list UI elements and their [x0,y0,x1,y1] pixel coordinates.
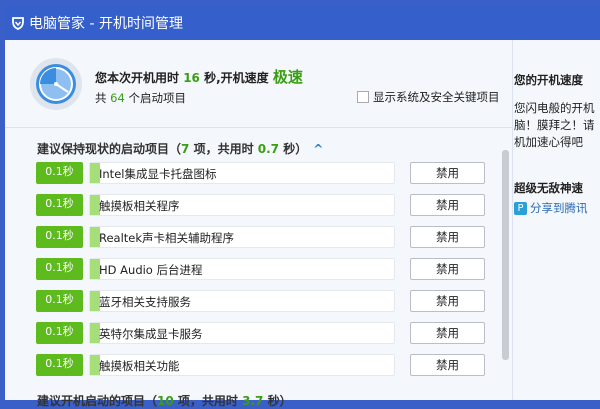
window-title: 电脑管家 - 开机时间管理 [29,15,183,32]
show-system-items-checkbox[interactable]: 显示系统及安全关键项目 [357,89,500,105]
startup-item-row: 0.1秒 Realtek声卡相关辅助程序 禁用 [36,226,486,248]
shield-logo-icon [12,16,24,30]
share-link[interactable]: P 分享到腾讯 [514,200,588,216]
disable-button[interactable]: 禁用 [410,322,485,344]
title-bar: 电脑管家 - 开机时间管理 [5,5,600,40]
scrollbar-thumb[interactable] [502,150,509,360]
startup-item-row: 0.1秒 触摸板相关功能 禁用 [36,354,486,376]
clock-icon [30,58,82,110]
item-name: Realtek声卡相关辅助程序 [99,231,235,245]
disable-button[interactable]: 禁用 [410,354,485,376]
speed-rating: 极速 [272,68,303,86]
speed-title: 您的开机速度 [514,73,583,87]
item-bar: 触摸板相关功能 [89,354,395,376]
item-bar: 蓝牙相关支持服务 [89,290,395,312]
disable-button[interactable]: 禁用 [410,162,485,184]
speed-subtitle: 超级无敌神速 [514,181,583,195]
item-name: Intel集成显卡托盘图标 [99,167,217,181]
app-window: 电脑管家 - 开机时间管理 您本次开机用时 16 秒,开机速度 极速 共 64 … [5,5,600,408]
item-bar: 触摸板相关程序 [89,194,395,216]
startup-item-row: 0.1秒 蓝牙相关支持服务 禁用 [36,290,486,312]
startup-item-row: 0.1秒 英特尔集成显卡服务 禁用 [36,322,486,344]
item-bar: Intel集成显卡托盘图标 [89,162,395,184]
startup-item-row: 0.1秒 Intel集成显卡托盘图标 禁用 [36,162,486,184]
checkbox-box[interactable] [357,91,369,103]
time-badge: 0.1秒 [36,226,83,248]
item-name: 英特尔集成显卡服务 [99,327,203,341]
time-badge: 0.1秒 [36,354,83,376]
time-badge: 0.1秒 [36,290,83,312]
section-keep-header[interactable]: 建议保持现状的启动项目（7 项，共用时 0.7 秒） ^ [37,140,323,157]
startup-item-row: 0.1秒 HD Audio 后台进程 禁用 [36,258,486,280]
item-name: 触摸板相关程序 [99,199,180,213]
time-badge: 0.1秒 [36,258,83,280]
tencent-weibo-icon: P [514,201,527,215]
time-badge: 0.1秒 [36,194,83,216]
item-name: 蓝牙相关支持服务 [99,295,191,309]
startup-panel: 您本次开机用时 16 秒,开机速度 极速 共 64 个启动项目 显示系统及安全关… [5,40,513,408]
right-info-panel: 您的开机速度 您闪电般的开机 脑！膜拜之！请 机加速心得吧 超级无敌神速 P 分享到腾… [514,40,600,240]
startup-count: 共 64 个启动项目 [95,91,186,105]
summary-header: 您本次开机用时 16 秒,开机速度 极速 共 64 个启动项目 显示系统及安全关… [5,40,512,128]
startup-item-row: 0.1秒 触摸板相关程序 禁用 [36,194,486,216]
item-bar: HD Audio 后台进程 [89,258,395,280]
time-badge: 0.1秒 [36,322,83,344]
item-bar: Realtek声卡相关辅助程序 [89,226,395,248]
item-name: 触摸板相关功能 [99,359,180,373]
collapse-chevron-icon[interactable]: ^ [313,142,323,156]
disable-button[interactable]: 禁用 [410,226,485,248]
item-bar: 英特尔集成显卡服务 [89,322,395,344]
disable-button[interactable]: 禁用 [410,194,485,216]
time-badge: 0.1秒 [36,162,83,184]
section-recommended-header[interactable]: 建议开机启动的项目（10 项，共用时 3.7 秒） [37,392,292,409]
disable-button[interactable]: 禁用 [410,290,485,312]
boot-time-summary: 您本次开机用时 16 秒,开机速度 极速 [95,68,303,86]
speed-description: 您闪电般的开机 脑！膜拜之！请 机加速心得吧 [514,101,595,149]
disable-button[interactable]: 禁用 [410,258,485,280]
item-name: HD Audio 后台进程 [99,263,203,277]
